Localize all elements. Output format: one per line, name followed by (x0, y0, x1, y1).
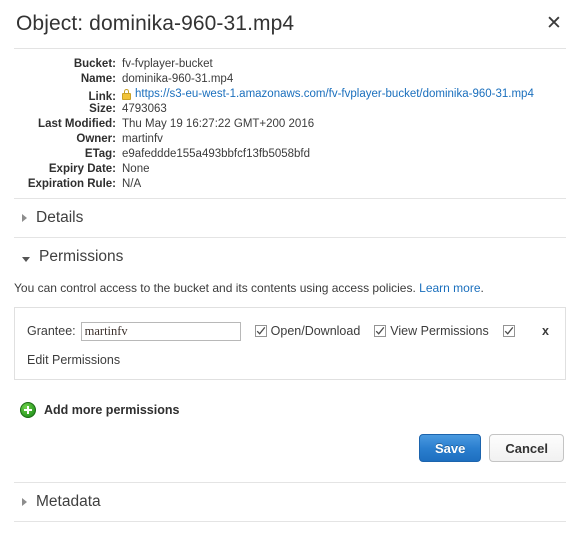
checkbox-label-view-permissions: View Permissions (390, 324, 489, 338)
section-header-details[interactable]: Details (14, 199, 566, 237)
metadata-row-expiration-rule: Expiration Rule: N/A (0, 177, 580, 192)
grantee-input[interactable] (80, 321, 241, 341)
section-title-permissions: Permissions (39, 248, 124, 265)
metadata-row-name: Name: dominika-960-31.mp4 (0, 72, 580, 87)
add-more-permissions-row[interactable]: Add more permissions (14, 402, 566, 418)
metadata-row-last-modified: Last Modified: Thu May 19 16:27:22 GMT+2… (0, 117, 580, 132)
metadata-value: N/A (122, 178, 142, 190)
grantee-panel: Grantee: Open/Download View Permissions (14, 307, 566, 380)
add-more-permissions-label[interactable]: Add more permissions (44, 403, 179, 417)
close-icon[interactable]: ✕ (542, 11, 566, 35)
metadata-value: None (122, 163, 150, 175)
permission-open-download[interactable]: Open/Download (254, 324, 361, 338)
permissions-description: You can control access to the bucket and… (14, 276, 566, 307)
remove-grantee-button[interactable]: x (532, 324, 553, 338)
metadata-label: ETag: (84, 148, 116, 160)
section-permissions: Permissions (14, 237, 566, 276)
metadata-value: e9afeddde155a493bbfcf13fb5058bfd (122, 148, 311, 160)
metadata-value: fv-fvplayer-bucket (122, 58, 213, 70)
metadata-label: Expiration Rule: (27, 178, 116, 190)
checkbox-edit-permissions[interactable] (502, 325, 515, 337)
metadata-row-bucket: Bucket: fv-fvplayer-bucket (0, 57, 580, 72)
metadata-row-link: Link: https://s3-eu-west-1.amazonaws.com… (0, 87, 580, 103)
dialog-button-row: Save Cancel (14, 434, 566, 462)
checkbox-view-permissions[interactable] (374, 325, 387, 337)
section-title-details: Details (36, 209, 84, 226)
permission-view-permissions[interactable]: View Permissions (374, 324, 489, 338)
metadata-label: Expiry Date: (48, 163, 116, 175)
permissions-description-text: You can control access to the bucket and… (14, 281, 416, 295)
permissions-description-period: . (480, 281, 484, 295)
section-header-metadata[interactable]: Metadata (14, 483, 566, 521)
metadata-label: Size: (89, 103, 116, 115)
save-button[interactable]: Save (418, 434, 482, 462)
checkbox-label-open-download: Open/Download (270, 324, 361, 338)
dialog-header: Object: dominika-960-31.mp4 ✕ (0, 0, 580, 48)
chevron-right-icon (22, 498, 27, 506)
section-title-metadata: Metadata (36, 493, 101, 510)
chevron-right-icon (22, 214, 27, 222)
metadata-value: https://s3-eu-west-1.amazonaws.com/fv-fv… (122, 87, 534, 102)
checkbox-open-download[interactable] (254, 325, 267, 337)
metadata-label: Bucket: (73, 58, 116, 70)
metadata-row-size: Size: 4793063 (0, 102, 580, 117)
cancel-button[interactable]: Cancel (489, 434, 564, 462)
lock-icon (122, 89, 131, 100)
learn-more-link[interactable]: Learn more (419, 281, 480, 295)
grantee-row: Grantee: Open/Download View Permissions (27, 320, 553, 342)
edit-permissions-label[interactable]: Edit Permissions (27, 353, 120, 367)
permissions-body: You can control access to the bucket and… (0, 276, 580, 307)
metadata-value: dominika-960-31.mp4 (122, 73, 234, 85)
metadata-row-owner: Owner: martinfv (0, 132, 580, 147)
plus-circle-icon (20, 402, 36, 418)
chevron-down-icon (22, 256, 30, 262)
metadata-value: 4793063 (122, 103, 167, 115)
grantee-label: Grantee: (27, 324, 76, 338)
metadata-label: Owner: (76, 133, 116, 145)
metadata-label: Last Modified: (38, 118, 116, 130)
page-title: Object: dominika-960-31.mp4 (16, 12, 295, 35)
object-link[interactable]: https://s3-eu-west-1.amazonaws.com/fv-fv… (135, 87, 534, 102)
metadata-value: Thu May 19 16:27:22 GMT+200 2016 (122, 118, 315, 130)
object-metadata-list: Bucket: fv-fvplayer-bucket Name: dominik… (0, 49, 580, 198)
section-details: Details (14, 198, 566, 237)
section-header-permissions[interactable]: Permissions (14, 238, 566, 276)
metadata-label: Name: (80, 73, 116, 85)
permission-edit-permissions[interactable] (502, 325, 515, 337)
metadata-row-expiry-date: Expiry Date: None (0, 162, 580, 177)
metadata-value: martinfv (122, 133, 163, 145)
section-metadata: Metadata (14, 482, 566, 521)
object-properties-dialog: Object: dominika-960-31.mp4 ✕ Bucket: fv… (0, 0, 580, 541)
bottom-divider (14, 521, 566, 522)
metadata-row-etag: ETag: e9afeddde155a493bbfcf13fb5058bfd (0, 147, 580, 162)
